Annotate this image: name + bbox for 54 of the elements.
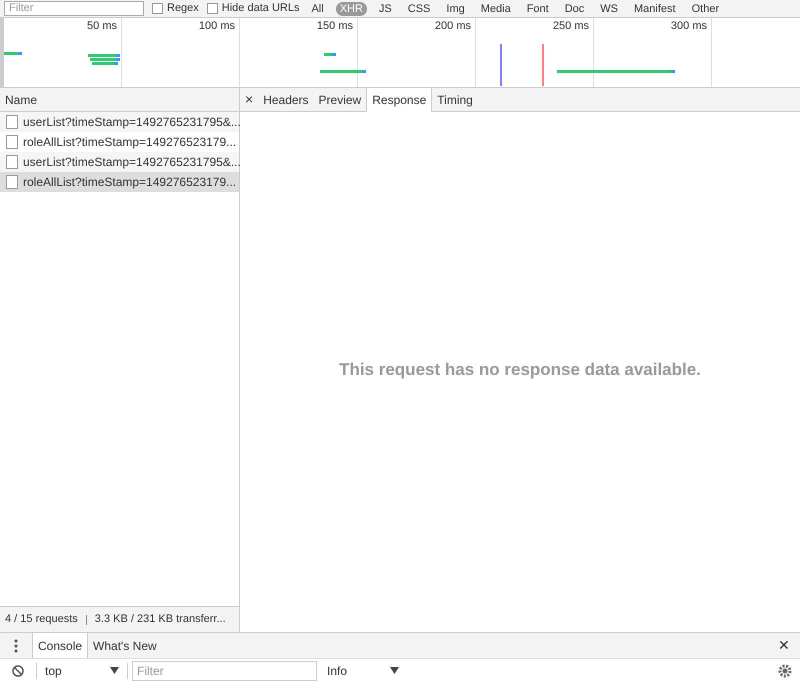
- file-icon: [6, 175, 18, 189]
- caret-icon: [110, 667, 119, 674]
- context-dropdown[interactable]: top: [37, 662, 127, 680]
- request-row[interactable]: roleAllList?timeStamp=149276523179...: [0, 172, 239, 192]
- type-filter-tab[interactable]: Img: [442, 2, 469, 16]
- load-event-line: [542, 44, 544, 86]
- type-filter-tab[interactable]: Font: [522, 2, 553, 16]
- detail-tab[interactable]: Preview: [314, 88, 366, 111]
- request-name: roleAllList?timeStamp=149276523179...: [23, 134, 236, 151]
- type-filter-tab[interactable]: JS: [374, 2, 396, 16]
- file-icon: [6, 155, 18, 169]
- hide-data-urls-label: Hide data URLs: [222, 1, 300, 16]
- type-filter-tab[interactable]: WS: [596, 2, 622, 16]
- drawer-tab[interactable]: What's New: [88, 633, 162, 658]
- request-row[interactable]: userList?timeStamp=1492765231795&...: [0, 152, 239, 172]
- regex-checkbox[interactable]: [152, 3, 163, 14]
- close-drawer-button[interactable]: ✕: [768, 633, 800, 658]
- empty-response-message: This request has no response data available.: [339, 359, 701, 382]
- request-name: userList?timeStamp=1492765231795&...: [23, 154, 241, 171]
- file-icon: [6, 135, 18, 149]
- log-level-dropdown[interactable]: Info: [323, 662, 403, 680]
- type-filter-tab[interactable]: Manifest: [630, 2, 680, 16]
- name-column-header[interactable]: Name: [0, 88, 239, 112]
- time-tick-label: 200 ms: [434, 20, 471, 32]
- settings-icon[interactable]: [778, 664, 792, 678]
- request-count: 4 / 15 requests: [5, 612, 78, 628]
- console-filter-field[interactable]: Filter: [132, 660, 317, 680]
- request-name: userList?timeStamp=1492765231795&...: [23, 114, 241, 131]
- clear-icon[interactable]: [12, 664, 24, 676]
- type-filter-tab[interactable]: CSS: [404, 2, 434, 16]
- type-filter-tab[interactable]: Media: [476, 2, 515, 16]
- more-dots-icon: [14, 638, 18, 652]
- time-tick-label: 300 ms: [670, 20, 707, 32]
- detail-tab[interactable]: Response: [366, 88, 432, 112]
- request-name: roleAllList?timeStamp=149276523179...: [23, 174, 236, 191]
- time-tick-label: 50 ms: [87, 20, 117, 32]
- request-row[interactable]: userList?timeStamp=1492765231795&...: [0, 112, 239, 132]
- hide-data-urls-checkbox[interactable]: [206, 3, 218, 14]
- filter-field[interactable]: Filter: [4, 1, 144, 16]
- drawer-tab[interactable]: Console: [32, 633, 88, 658]
- time-tick-label: 100 ms: [198, 20, 235, 32]
- type-filter-tab[interactable]: Doc: [560, 2, 588, 16]
- close-button[interactable]: ×: [240, 88, 258, 111]
- detail-tab[interactable]: Timing: [432, 88, 478, 111]
- caret-icon: [390, 667, 399, 674]
- transferred-size: 3.3 KB / 231 KB transferr...: [94, 612, 226, 628]
- time-tick-label: 250 ms: [552, 20, 589, 32]
- detail-tab[interactable]: Headers: [258, 88, 314, 111]
- type-filter-tab[interactable]: Other: [688, 2, 724, 16]
- dom-content-loaded-line: [500, 44, 502, 86]
- time-tick-label: 150 ms: [316, 20, 353, 32]
- regex-label: Regex: [167, 1, 199, 16]
- file-icon: [6, 115, 18, 129]
- type-filter-tab[interactable]: All: [307, 2, 328, 16]
